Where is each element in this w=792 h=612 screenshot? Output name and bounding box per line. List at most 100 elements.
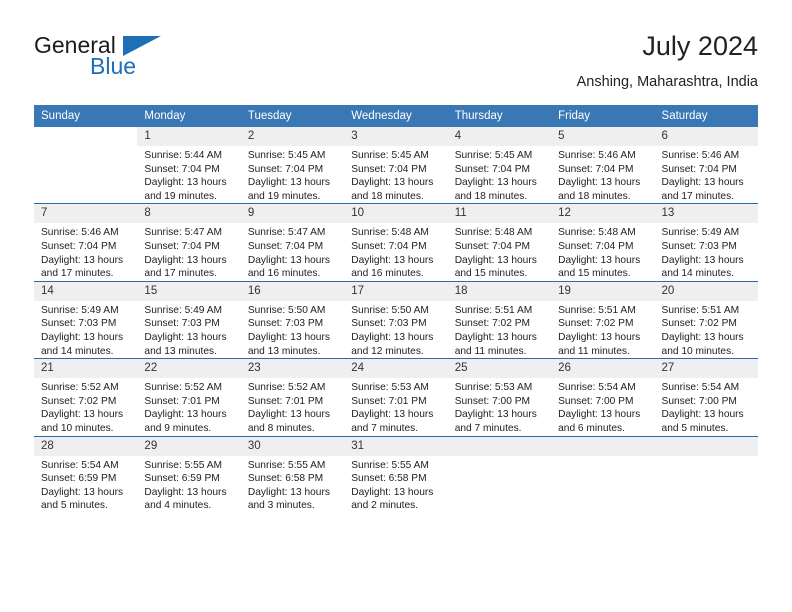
calendar-day-cell[interactable]: 15 Sunrise: 5:49 AM Sunset: 7:03 PM Dayl… xyxy=(137,280,241,359)
calendar-day-cell[interactable]: 19 Sunrise: 5:51 AM Sunset: 7:02 PM Dayl… xyxy=(551,280,655,359)
calendar-day-cell[interactable]: 4 Sunrise: 5:45 AM Sunset: 7:04 PM Dayli… xyxy=(447,127,552,204)
calendar-day-cell[interactable]: 24 Sunrise: 5:53 AM Sunset: 7:01 PM Dayl… xyxy=(344,358,448,436)
day-details: Sunrise: 5:53 AM Sunset: 7:00 PM Dayligh… xyxy=(448,378,551,435)
daylight-text-line1: Daylight: 13 hours xyxy=(247,177,330,189)
calendar-day-cell[interactable]: 22 Sunrise: 5:52 AM Sunset: 7:01 PM Dayl… xyxy=(137,358,241,436)
daylight-text-line2: and 9 minutes. xyxy=(144,422,212,434)
day-details: Sunrise: 5:46 AM Sunset: 7:04 PM Dayligh… xyxy=(655,146,758,203)
daylight-text-line2: and 10 minutes. xyxy=(41,422,114,434)
sunset-text: Sunset: 7:03 PM xyxy=(41,318,117,330)
calendar-week-row: 21 Sunrise: 5:52 AM Sunset: 7:02 PM Dayl… xyxy=(34,358,758,436)
day-number xyxy=(34,127,137,146)
day-number xyxy=(654,436,758,456)
calendar-day-cell[interactable]: 8 Sunrise: 5:47 AM Sunset: 7:04 PM Dayli… xyxy=(137,203,241,282)
calendar-day-cell[interactable]: 11 Sunrise: 5:48 AM Sunset: 7:04 PM Dayl… xyxy=(447,203,552,282)
calendar-day-cell[interactable]: 6 Sunrise: 5:46 AM Sunset: 7:04 PM Dayli… xyxy=(654,127,758,204)
sunset-text: Sunset: 6:59 PM xyxy=(41,473,117,485)
day-number: 18 xyxy=(447,281,552,301)
calendar-day-cell[interactable]: 18 Sunrise: 5:51 AM Sunset: 7:02 PM Dayl… xyxy=(447,280,552,359)
calendar-day-cell[interactable]: 10 Sunrise: 5:48 AM Sunset: 7:04 PM Dayl… xyxy=(344,203,448,282)
daylight-text-line2: and 15 minutes. xyxy=(454,268,528,280)
day-details: Sunrise: 5:55 AM Sunset: 6:58 PM Dayligh… xyxy=(344,456,447,513)
daylight-text-line1: Daylight: 13 hours xyxy=(454,177,537,189)
sunset-text: Sunset: 7:02 PM xyxy=(41,395,117,407)
calendar-day-cell[interactable]: 25 Sunrise: 5:53 AM Sunset: 7:00 PM Dayl… xyxy=(447,358,552,436)
daylight-text-line1: Daylight: 13 hours xyxy=(144,254,227,266)
daylight-text-line1: Daylight: 13 hours xyxy=(247,409,330,421)
sunset-text: Sunset: 6:58 PM xyxy=(247,473,324,485)
daylight-text-line1: Daylight: 13 hours xyxy=(351,254,434,266)
calendar-day-cell[interactable]: 16 Sunrise: 5:50 AM Sunset: 7:03 PM Dayl… xyxy=(240,280,345,359)
day-details: Sunrise: 5:50 AM Sunset: 7:03 PM Dayligh… xyxy=(241,301,344,358)
daylight-text-line2: and 13 minutes. xyxy=(247,345,321,357)
sunrise-text: Sunrise: 5:49 AM xyxy=(41,304,119,316)
calendar-day-cell[interactable]: 30 Sunrise: 5:55 AM Sunset: 6:58 PM Dayl… xyxy=(240,435,345,513)
sunrise-text: Sunrise: 5:52 AM xyxy=(144,382,223,394)
sunrise-text: Sunrise: 5:54 AM xyxy=(41,459,119,471)
calendar-day-cell[interactable]: 17 Sunrise: 5:50 AM Sunset: 7:03 PM Dayl… xyxy=(344,280,448,359)
day-details: Sunrise: 5:47 AM Sunset: 7:04 PM Dayligh… xyxy=(137,223,240,280)
calendar-day-cell[interactable]: 7 Sunrise: 5:46 AM Sunset: 7:04 PM Dayli… xyxy=(34,203,138,282)
daylight-text-line1: Daylight: 13 hours xyxy=(144,177,227,189)
daylight-text-line1: Daylight: 13 hours xyxy=(41,331,124,343)
calendar-day-cell[interactable]: 23 Sunrise: 5:52 AM Sunset: 7:01 PM Dayl… xyxy=(240,358,345,436)
daylight-text-line2: and 13 minutes. xyxy=(144,345,217,357)
sunset-text: Sunset: 6:59 PM xyxy=(144,473,220,485)
calendar-day-cell[interactable]: 29 Sunrise: 5:55 AM Sunset: 6:59 PM Dayl… xyxy=(137,435,241,513)
daylight-text-line2: and 8 minutes. xyxy=(247,422,315,434)
day-details: Sunrise: 5:52 AM Sunset: 7:01 PM Dayligh… xyxy=(137,378,240,435)
daylight-text-line1: Daylight: 13 hours xyxy=(661,254,744,266)
daylight-text-line1: Daylight: 13 hours xyxy=(351,331,434,343)
day-number: 10 xyxy=(344,204,448,224)
calendar-day-cell[interactable]: 31 Sunrise: 5:55 AM Sunset: 6:58 PM Dayl… xyxy=(344,435,448,513)
calendar-day-cell[interactable]: 28 Sunrise: 5:54 AM Sunset: 6:59 PM Dayl… xyxy=(34,435,138,513)
calendar-body: 1 Sunrise: 5:44 AM Sunset: 7:04 PM Dayli… xyxy=(34,127,758,513)
daylight-text-line1: Daylight: 13 hours xyxy=(558,409,641,421)
day-number: 2 xyxy=(240,127,345,146)
calendar-day-cell[interactable]: 26 Sunrise: 5:54 AM Sunset: 7:00 PM Dayl… xyxy=(551,358,655,436)
calendar-day-cell[interactable]: 13 Sunrise: 5:49 AM Sunset: 7:03 PM Dayl… xyxy=(654,203,758,282)
day-number: 25 xyxy=(447,359,552,379)
calendar-day-cell[interactable]: 5 Sunrise: 5:46 AM Sunset: 7:04 PM Dayli… xyxy=(551,127,655,204)
daylight-text-line1: Daylight: 13 hours xyxy=(351,409,434,421)
calendar-page: General Blue July 2024 Anshing, Maharash… xyxy=(0,0,792,612)
calendar-day-cell[interactable]: 20 Sunrise: 5:51 AM Sunset: 7:02 PM Dayl… xyxy=(654,280,758,359)
calendar-day-cell[interactable]: 12 Sunrise: 5:48 AM Sunset: 7:04 PM Dayl… xyxy=(551,203,655,282)
calendar-day-cell[interactable]: 14 Sunrise: 5:49 AM Sunset: 7:03 PM Dayl… xyxy=(34,280,138,359)
sunrise-text: Sunrise: 5:54 AM xyxy=(661,382,740,394)
daylight-text-line2: and 2 minutes. xyxy=(351,500,419,512)
weekday-header-saturday: Saturday xyxy=(654,105,758,127)
sunrise-text: Sunrise: 5:55 AM xyxy=(144,459,223,471)
calendar-week-row: 14 Sunrise: 5:49 AM Sunset: 7:03 PM Dayl… xyxy=(34,280,758,359)
daylight-text-line2: and 6 minutes. xyxy=(558,422,625,434)
weekday-header-thursday: Thursday xyxy=(447,105,552,127)
daylight-text-line1: Daylight: 13 hours xyxy=(454,409,537,421)
daylight-text-line2: and 17 minutes. xyxy=(661,190,735,202)
calendar-day-cell[interactable]: 2 Sunrise: 5:45 AM Sunset: 7:04 PM Dayli… xyxy=(240,127,345,204)
calendar-day-cell xyxy=(34,127,138,204)
day-number: 28 xyxy=(34,436,138,456)
day-number xyxy=(551,436,655,456)
day-number: 17 xyxy=(344,281,448,301)
calendar-day-cell[interactable]: 1 Sunrise: 5:44 AM Sunset: 7:04 PM Dayli… xyxy=(137,127,241,204)
sunrise-text: Sunrise: 5:54 AM xyxy=(558,382,636,394)
day-details: Sunrise: 5:46 AM Sunset: 7:04 PM Dayligh… xyxy=(34,223,137,280)
daylight-text-line2: and 11 minutes. xyxy=(454,345,527,357)
daylight-text-line1: Daylight: 13 hours xyxy=(351,486,434,498)
daylight-text-line2: and 19 minutes. xyxy=(144,190,217,202)
day-details: Sunrise: 5:53 AM Sunset: 7:01 PM Dayligh… xyxy=(344,378,447,435)
calendar-day-cell[interactable]: 3 Sunrise: 5:45 AM Sunset: 7:04 PM Dayli… xyxy=(344,127,448,204)
sunrise-text: Sunrise: 5:55 AM xyxy=(247,459,326,471)
calendar-day-cell[interactable]: 27 Sunrise: 5:54 AM Sunset: 7:00 PM Dayl… xyxy=(654,358,758,436)
day-number: 5 xyxy=(551,127,655,146)
calendar-day-cell[interactable]: 21 Sunrise: 5:52 AM Sunset: 7:02 PM Dayl… xyxy=(34,358,138,436)
calendar-day-cell[interactable]: 9 Sunrise: 5:47 AM Sunset: 7:04 PM Dayli… xyxy=(240,203,345,282)
weekday-header-sunday: Sunday xyxy=(34,105,138,127)
sunrise-text: Sunrise: 5:44 AM xyxy=(144,150,223,161)
daylight-text-line2: and 5 minutes. xyxy=(41,500,108,512)
daylight-text-line2: and 7 minutes. xyxy=(454,422,522,434)
sunset-text: Sunset: 7:04 PM xyxy=(41,240,117,252)
daylight-text-line2: and 17 minutes. xyxy=(41,268,114,280)
sunset-text: Sunset: 7:03 PM xyxy=(661,240,737,252)
day-number: 6 xyxy=(654,127,758,146)
